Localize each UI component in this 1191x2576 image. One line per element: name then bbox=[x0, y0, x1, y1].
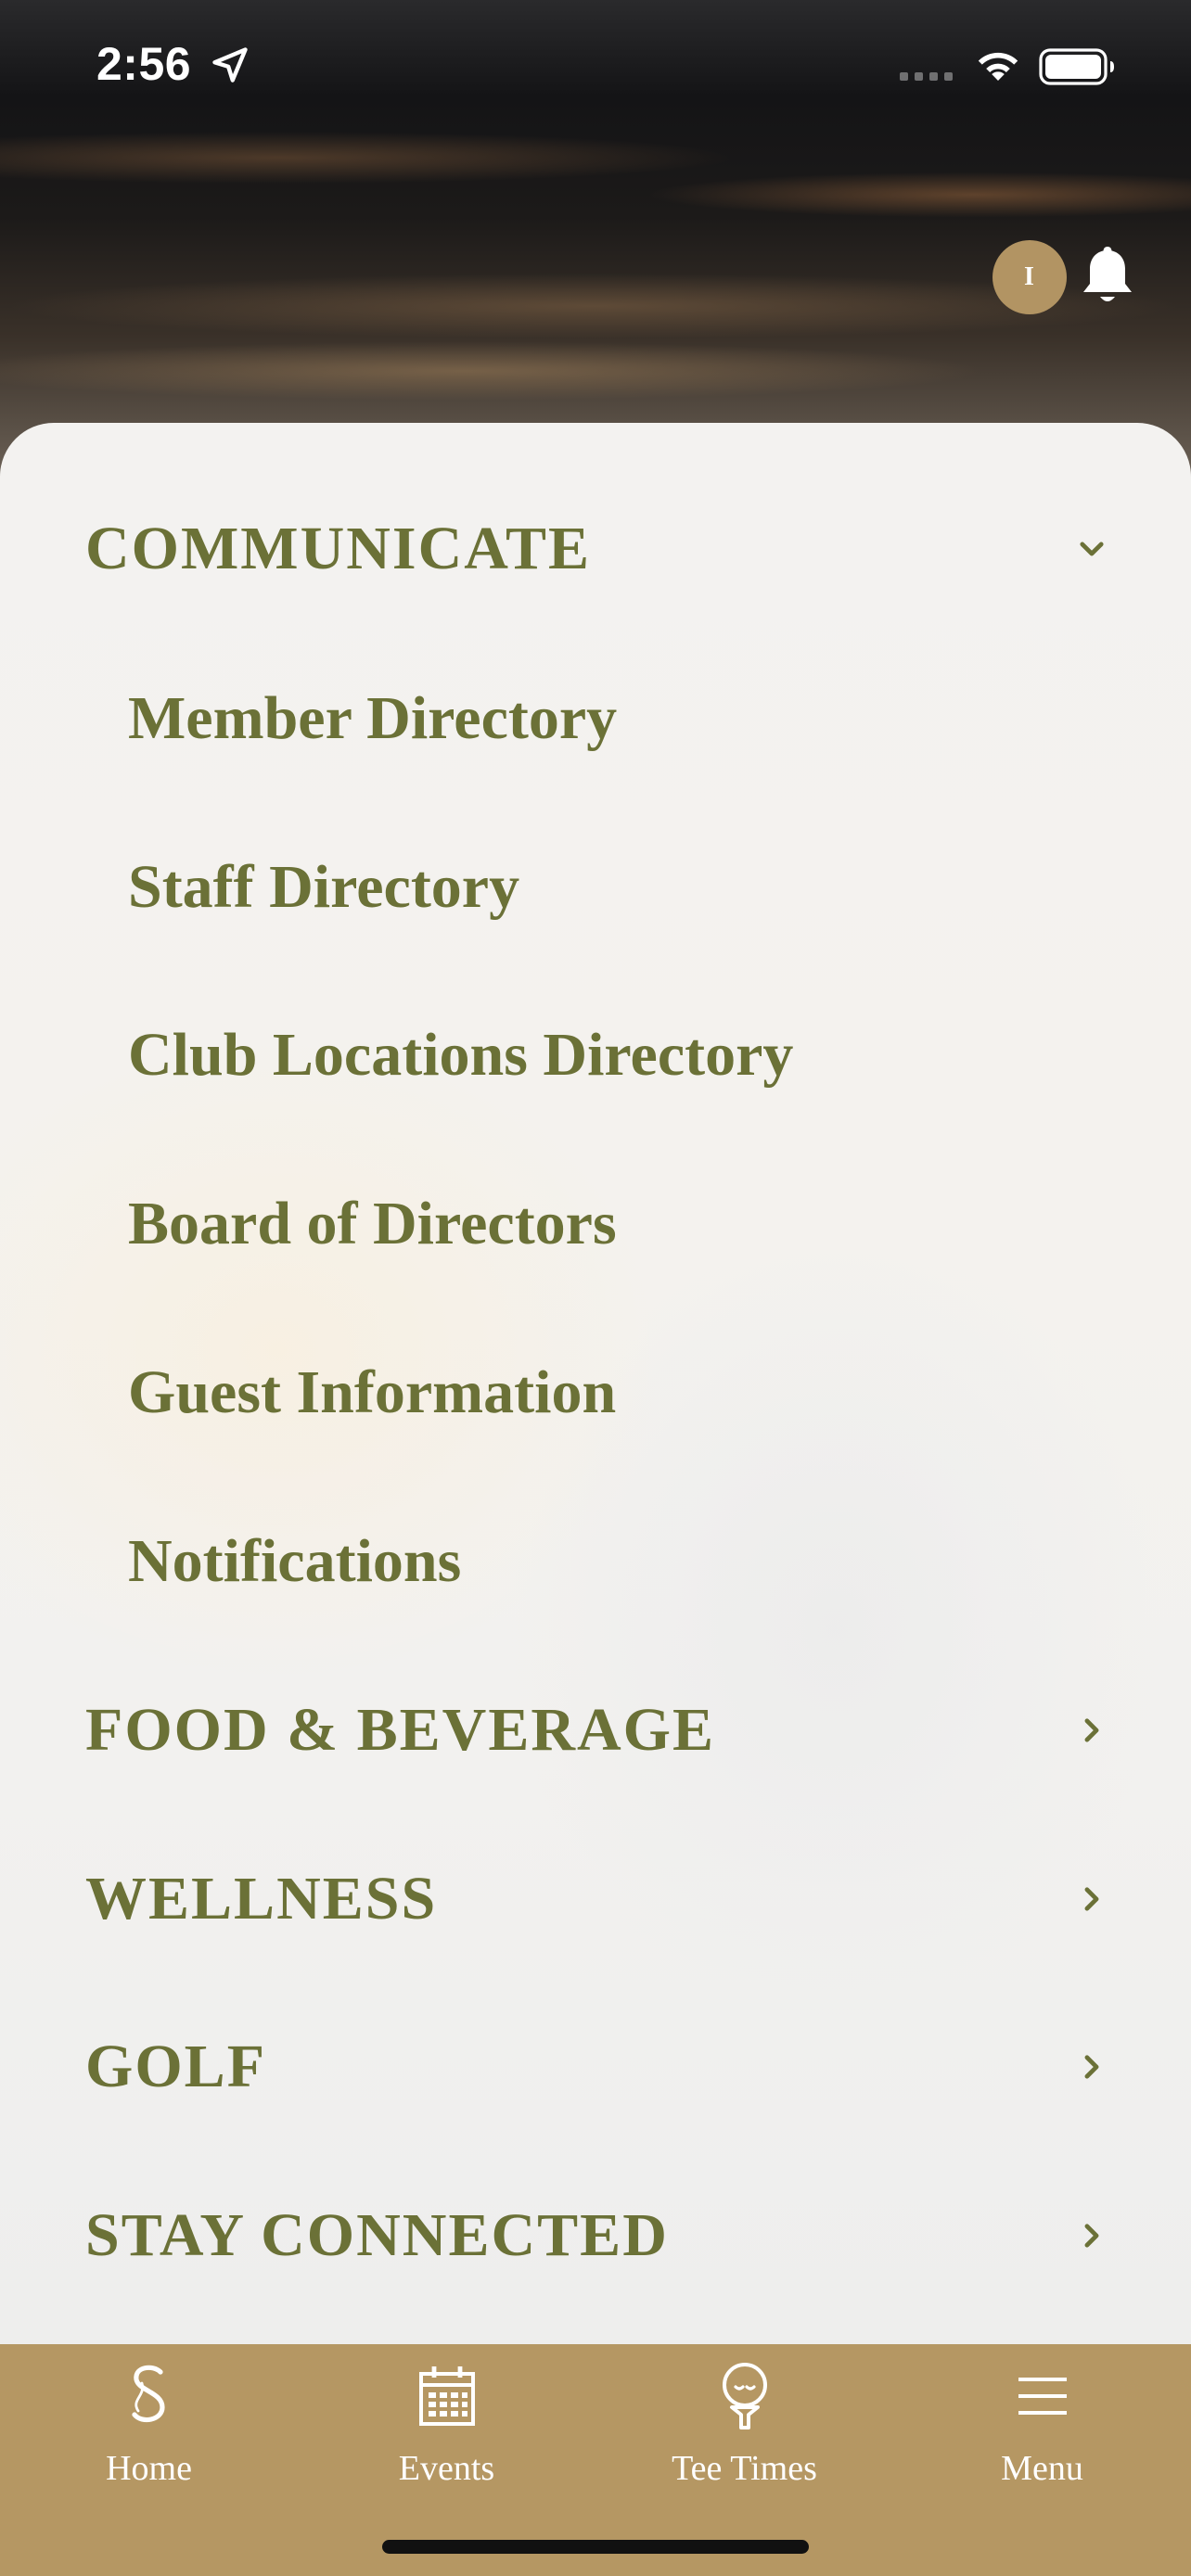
tab-tee-times[interactable]: Tee Times bbox=[596, 2344, 893, 2511]
menu-item-label: Board of Directors bbox=[128, 1190, 617, 1257]
location-arrow-icon bbox=[212, 47, 248, 83]
menu-item-club-locations-directory[interactable]: Club Locations Directory bbox=[0, 1000, 1191, 1111]
tab-label: Events bbox=[398, 2449, 495, 2488]
menu-section-label: STAY CONNECTED bbox=[85, 2201, 669, 2269]
menu-item-member-directory[interactable]: Member Directory bbox=[0, 663, 1191, 774]
menu-section-label: GOLF bbox=[85, 2033, 267, 2100]
menu-item-guest-information[interactable]: Guest Information bbox=[0, 1337, 1191, 1448]
menu-item-board-of-directors[interactable]: Board of Directors bbox=[0, 1168, 1191, 1280]
menu-section-stay-connected[interactable]: STAY CONNECTED bbox=[0, 2180, 1191, 2291]
tab-label: Home bbox=[106, 2449, 192, 2488]
menu-section-golf[interactable]: GOLF bbox=[0, 2011, 1191, 2123]
tab-home[interactable]: Home bbox=[0, 2344, 298, 2511]
home-logo-icon bbox=[131, 2365, 165, 2423]
menu-section-label: WELLNESS bbox=[85, 1865, 438, 1932]
tab-label: Tee Times bbox=[672, 2449, 817, 2488]
home-indicator bbox=[382, 2540, 809, 2554]
chevron-right-icon bbox=[1084, 1718, 1099, 1742]
menu-item-label: Club Locations Directory bbox=[128, 1021, 794, 1089]
menu-section-wellness[interactable]: WELLNESS bbox=[0, 1843, 1191, 1955]
notification-bell-icon[interactable] bbox=[1080, 243, 1135, 310]
menu-item-label: Member Directory bbox=[128, 684, 618, 752]
tab-menu[interactable]: Menu bbox=[893, 2344, 1191, 2511]
menu-item-notifications[interactable]: Notifications bbox=[0, 1506, 1191, 1617]
menu-section-communicate[interactable]: COMMUNICATE bbox=[0, 493, 1191, 605]
hamburger-menu-icon bbox=[1018, 2378, 1067, 2415]
tab-events[interactable]: Events bbox=[298, 2344, 596, 2511]
menu-section-food-beverage[interactable]: FOOD & BEVERAGE bbox=[0, 1675, 1191, 1786]
tab-label: Menu bbox=[1001, 2449, 1083, 2488]
status-bar: 2:56 bbox=[0, 0, 1191, 130]
battery-icon bbox=[1039, 48, 1114, 85]
calendar-icon bbox=[418, 2366, 475, 2426]
chevron-right-icon bbox=[1084, 2224, 1099, 2248]
user-avatar[interactable]: I bbox=[992, 240, 1067, 314]
menu-item-label: Notifications bbox=[128, 1527, 462, 1595]
golf-ball-tee-icon bbox=[722, 2363, 767, 2429]
wifi-icon bbox=[978, 52, 1018, 81]
cellular-signal-icon bbox=[900, 72, 953, 81]
menu-section-label: FOOD & BEVERAGE bbox=[85, 1696, 716, 1764]
menu-item-staff-directory[interactable]: Staff Directory bbox=[0, 832, 1191, 943]
menu-item-label: Staff Directory bbox=[128, 853, 520, 921]
menu-sheet: COMMUNICATE Member Directory Staff Direc… bbox=[0, 423, 1191, 2344]
menu-item-label: Guest Information bbox=[128, 1358, 617, 1426]
menu-section-label: COMMUNICATE bbox=[85, 515, 592, 582]
status-time: 2:56 bbox=[96, 38, 192, 90]
chevron-right-icon bbox=[1084, 1887, 1099, 1911]
avatar-initial: I bbox=[1024, 262, 1035, 291]
chevron-down-icon bbox=[1080, 542, 1104, 556]
chevron-right-icon bbox=[1084, 2055, 1099, 2079]
